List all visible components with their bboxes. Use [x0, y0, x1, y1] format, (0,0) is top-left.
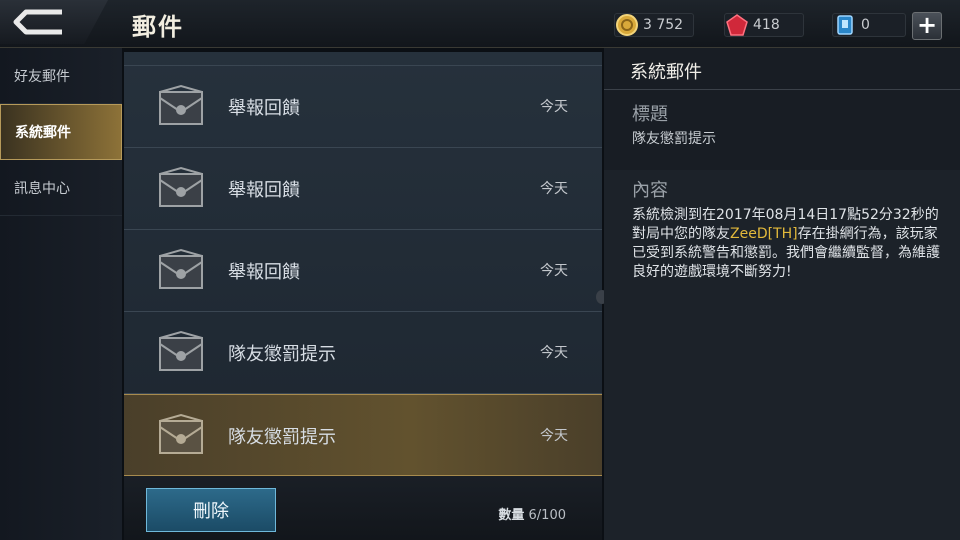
mail-list-footer: 刪除 數量 6/100 [124, 476, 602, 540]
mail-count-label: 數量 [498, 508, 525, 523]
mail-envelope-icon [159, 166, 203, 207]
mail-date: 今天 [540, 428, 568, 444]
mail-item[interactable]: 隊友懲罰提示 今天 [124, 312, 602, 394]
voucher-currency: 0 [832, 12, 906, 38]
top-bar: 郵件 3 752 418 0 + [0, 0, 960, 48]
mail-title: 舉報回饋 [228, 262, 300, 283]
mail-list: 舉報回饋 今天 舉報回饋 今天 舉報回饋 今天 隊友懲罰提示 今天 隊友懲罰提示… [124, 52, 602, 476]
content-label: 內容 [632, 180, 668, 201]
mail-date: 今天 [540, 263, 568, 279]
delete-button[interactable]: 刪除 [146, 488, 276, 532]
gem-amount: 418 [753, 17, 780, 33]
sidebar-item-friend-mail[interactable]: 好友郵件 [0, 48, 122, 104]
mail-title: 隊友懲罰提示 [228, 427, 336, 448]
subject-label: 標題 [632, 104, 668, 125]
subject-value: 隊友懲罰提示 [632, 131, 716, 147]
sidebar-item-label: 系統郵件 [15, 125, 71, 141]
sidebar-item-label: 好友郵件 [14, 68, 70, 85]
ruby-gem-icon [726, 14, 748, 36]
gold-amount: 3 752 [643, 17, 684, 33]
content-section: 內容 系統檢測到在2017年08月14日17點52分32秒的對局中您的隊友Zee… [604, 170, 960, 540]
mail-date: 今天 [540, 345, 568, 361]
page-title: 郵件 [132, 13, 184, 41]
sidebar-item-system-mail[interactable]: 系統郵件 [0, 104, 122, 160]
mail-item-selected[interactable]: 隊友懲罰提示 今天 [124, 394, 602, 476]
mail-item[interactable]: 舉報回饋 今天 [124, 230, 602, 312]
add-currency-button[interactable]: + [912, 12, 942, 40]
gold-currency: 3 752 [614, 12, 695, 38]
mail-item[interactable]: 舉報回饋 今天 [124, 148, 602, 230]
list-divider [124, 52, 602, 66]
gold-coin-icon [616, 14, 638, 36]
mail-item[interactable]: 舉報回饋 今天 [124, 66, 602, 148]
back-button[interactable] [0, 0, 108, 44]
mail-envelope-icon [159, 248, 203, 289]
back-arrow-icon [13, 9, 62, 35]
mail-category-sidebar: 好友郵件 系統郵件 訊息中心 [0, 48, 122, 540]
mail-title: 隊友懲罰提示 [228, 344, 336, 365]
mail-detail-panel: 系統郵件 標題 隊友懲罰提示 內容 系統檢測到在2017年08月14日17點52… [604, 48, 960, 540]
mail-title: 舉報回饋 [228, 98, 300, 119]
sidebar-item-label: 訊息中心 [14, 180, 70, 197]
detail-header: 系統郵件 [604, 48, 960, 90]
voucher-amount: 0 [861, 17, 870, 33]
mail-envelope-icon [159, 84, 203, 125]
mail-date: 今天 [540, 181, 568, 197]
mail-envelope-icon [159, 413, 203, 454]
content-body: 系統檢測到在2017年08月14日17點52分32秒的對局中您的隊友ZeeD[T… [604, 202, 960, 282]
mail-date: 今天 [540, 99, 568, 115]
mail-title: 舉報回饋 [228, 180, 300, 201]
mail-count-value: 6/100 [528, 508, 566, 523]
sidebar-item-message-center[interactable]: 訊息中心 [0, 160, 122, 216]
voucher-icon [837, 15, 853, 35]
player-name-highlight: ZeeD[TH] [730, 226, 798, 242]
gem-currency: 418 [724, 12, 804, 38]
mail-envelope-icon [159, 330, 203, 371]
mail-count: 數量 6/100 [498, 504, 566, 523]
